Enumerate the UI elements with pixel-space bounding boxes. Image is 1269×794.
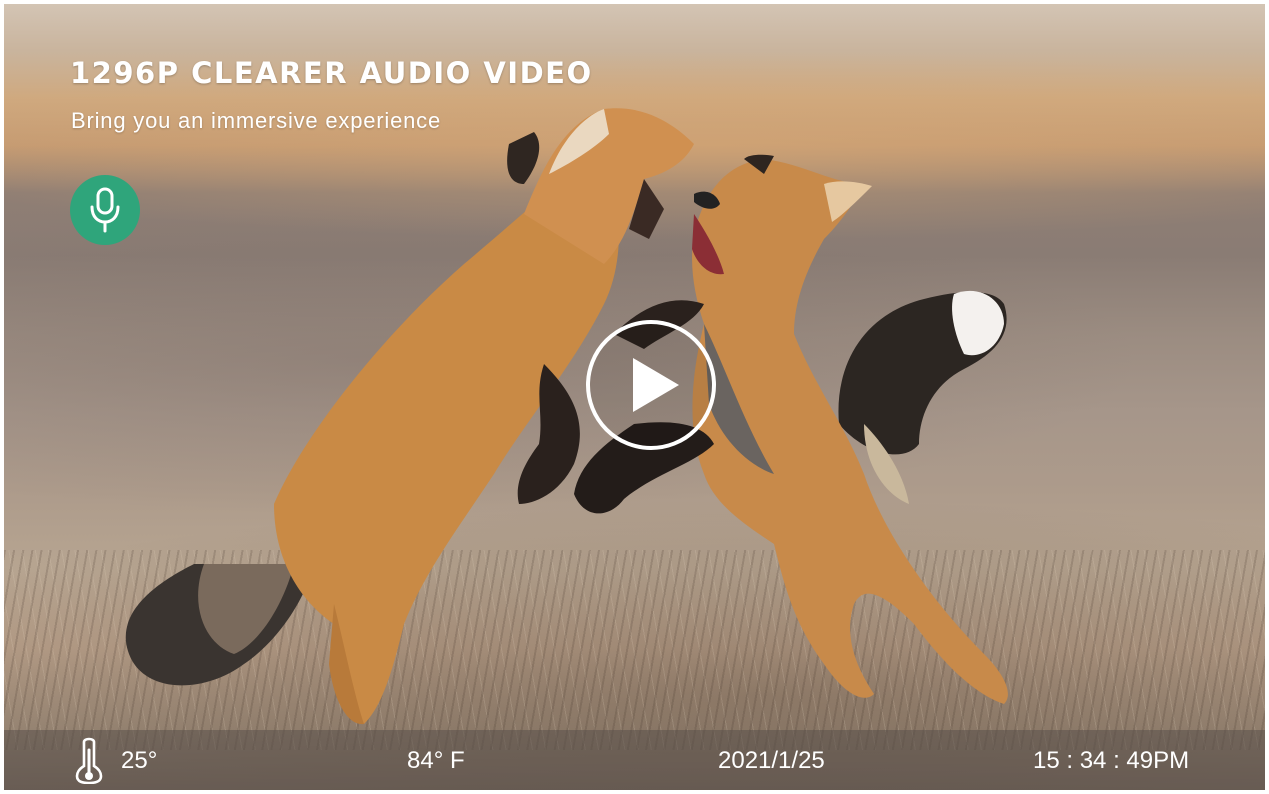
recording-time: 15 : 34 : 49PM	[1033, 747, 1190, 774]
thermometer-icon	[75, 737, 103, 784]
temperature-celsius: 25°	[121, 747, 158, 774]
temperature-fahrenheit: 84° F	[407, 747, 465, 774]
microphone-icon	[90, 187, 120, 233]
microphone-badge	[70, 175, 140, 245]
play-button[interactable]	[586, 320, 716, 450]
video-preview: 1296P CLEARER AUDIO VIDEO Bring you an i…	[4, 4, 1265, 790]
recording-date: 2021/1/25	[718, 747, 825, 774]
camera-status-bar: 25° 84° F 2021/1/25 15 : 34 : 49PM	[4, 730, 1265, 790]
play-icon	[633, 358, 679, 412]
headline: 1296P CLEARER AUDIO VIDEO	[70, 56, 593, 90]
subheadline: Bring you an immersive experience	[71, 108, 441, 133]
